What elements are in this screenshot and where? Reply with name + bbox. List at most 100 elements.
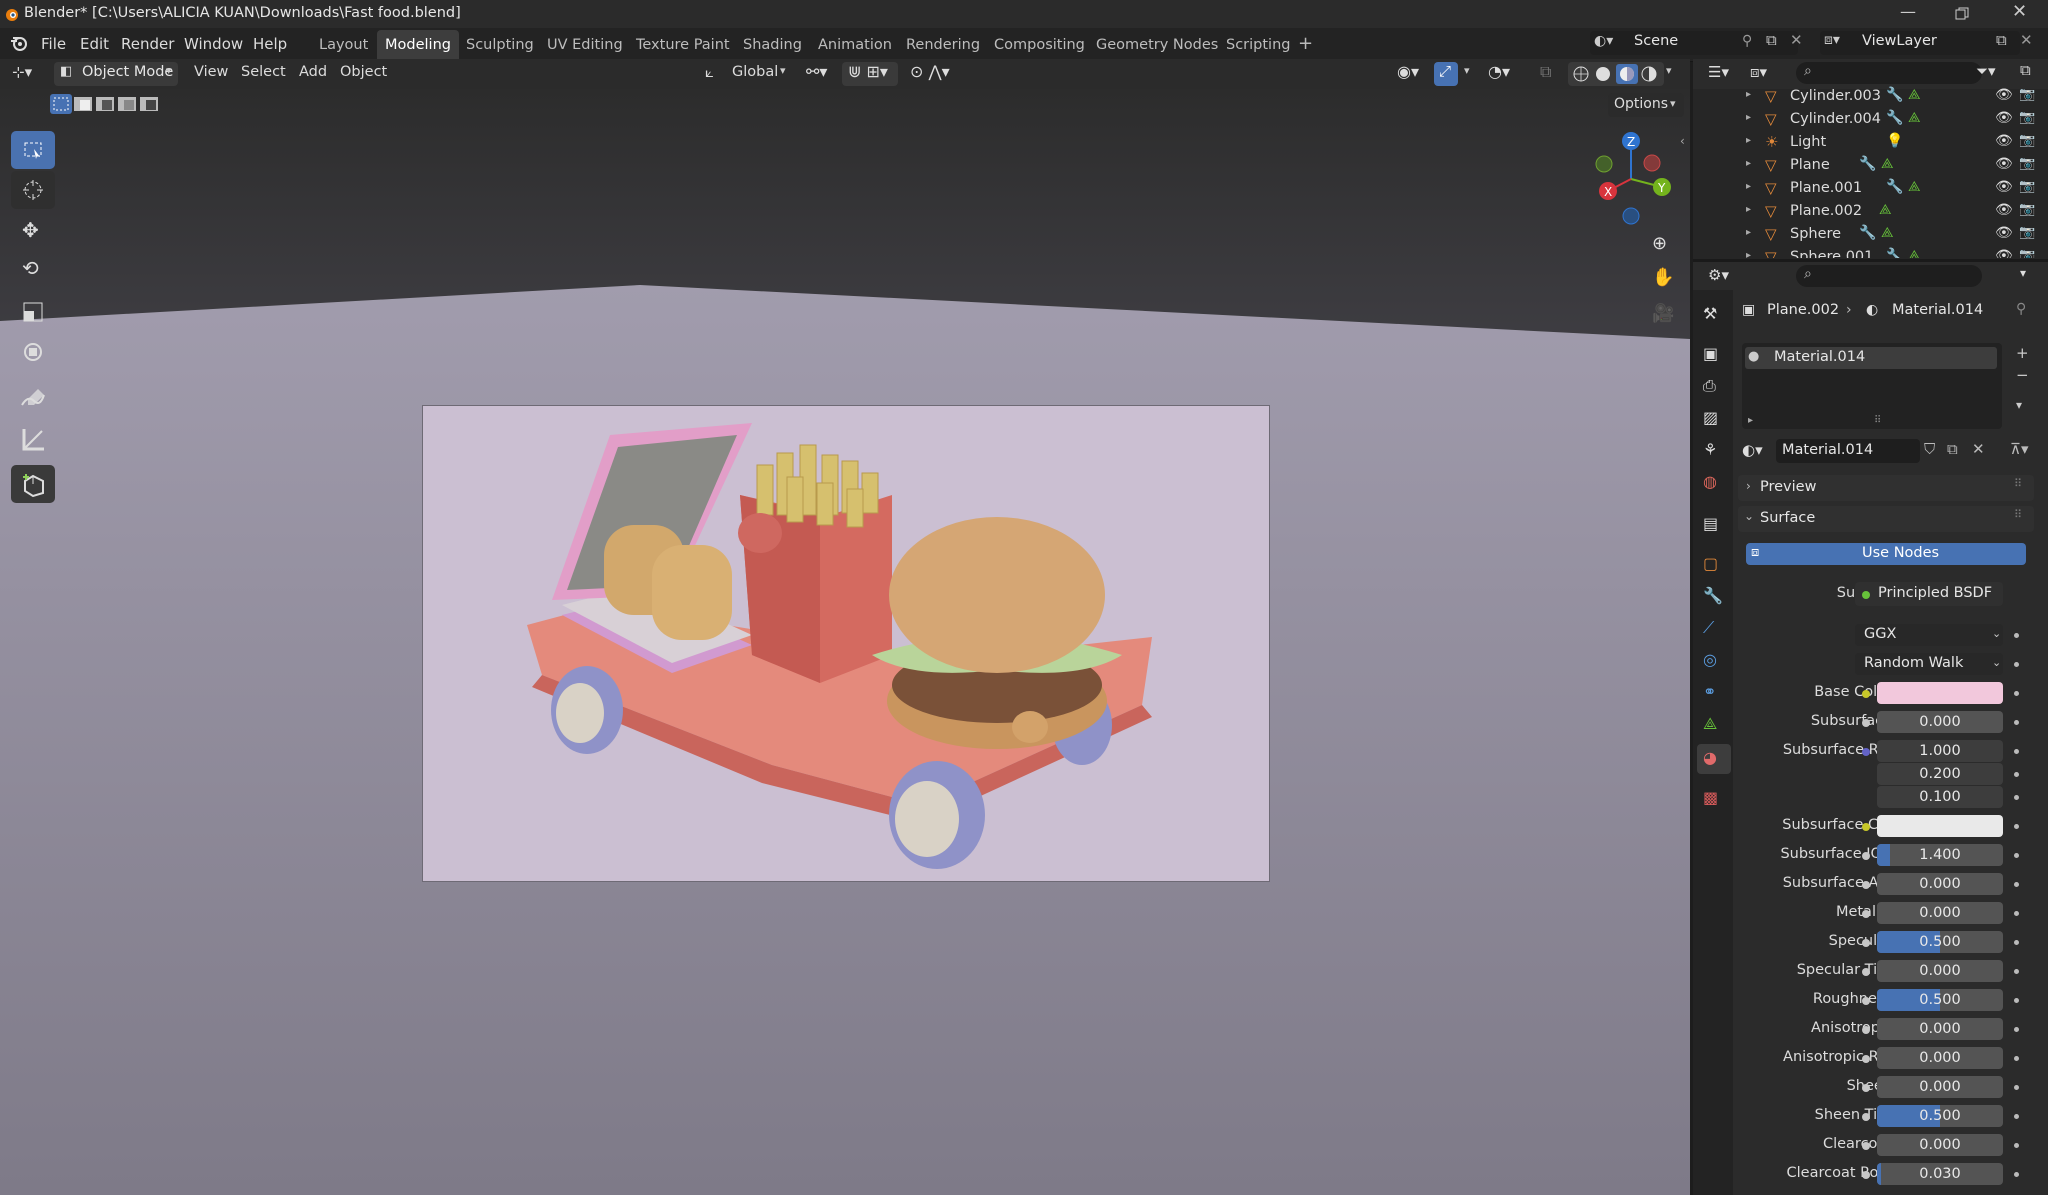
pin-icon[interactable]: ⚲ <box>2016 301 2026 317</box>
input-socket-icon[interactable] <box>1862 1113 1870 1121</box>
eye-visibility-icon[interactable]: 👁 <box>1995 87 2013 103</box>
input-socket-icon[interactable] <box>1862 748 1870 756</box>
minimize-icon[interactable]: — <box>1900 2 1916 21</box>
mesh-data-icon[interactable]: ⟁ <box>1881 225 1894 241</box>
camera-view-icon[interactable]: 🎥 <box>1652 303 1674 324</box>
value-slider[interactable]: 0.200 <box>1877 763 2003 785</box>
physics-tab-icon[interactable]: ◎ <box>1703 650 1717 669</box>
camera-render-icon[interactable]: 📷 <box>2019 179 2035 194</box>
outliner-item-name[interactable]: Plane.002 <box>1790 203 1862 219</box>
outliner-item-name[interactable]: Plane <box>1790 157 1830 173</box>
pan-hand-icon[interactable]: ✋ <box>1652 267 1674 288</box>
keyframe-dot-icon[interactable] <box>2014 1114 2019 1119</box>
render-tab-icon[interactable]: ▣ <box>1703 344 1718 363</box>
outliner-row[interactable]: ▸ ▽ Cylinder.003 🔧 ⟁ 👁 📷 <box>1693 86 2048 108</box>
restore-icon[interactable] <box>1955 7 1969 21</box>
keyframe-dot-icon[interactable] <box>2014 662 2019 667</box>
tab-shading[interactable]: Shading <box>743 37 802 53</box>
add-workspace-icon[interactable]: + <box>1298 33 1313 54</box>
properties-editor-icon[interactable]: ⚙▾ <box>1708 266 1729 284</box>
output-tab-icon[interactable]: ⎙ <box>1703 376 1716 396</box>
expand-triangle-icon[interactable]: ▸ <box>1746 227 1751 238</box>
delete-viewlayer-icon[interactable]: ✕ <box>2020 31 2033 49</box>
keyframe-dot-icon[interactable] <box>2014 749 2019 754</box>
camera-render-icon[interactable]: 📷 <box>2019 202 2035 217</box>
properties-search-input[interactable] <box>1796 265 1982 287</box>
outliner-item-name[interactable]: Cylinder.003 <box>1790 88 1881 104</box>
filter-icon[interactable]: ⏷▾ <box>1976 62 1996 80</box>
chevron-down-icon[interactable]: ▾ <box>1464 64 1470 77</box>
expand-triangle-icon[interactable]: ▸ <box>1746 135 1751 146</box>
outliner-row[interactable]: ▸ ▽ Sphere.001 🔧 ⟁ 👁 📷 <box>1693 247 2048 258</box>
camera-render-icon[interactable]: 📷 <box>2019 110 2035 125</box>
keyframe-dot-icon[interactable] <box>2014 1027 2019 1032</box>
keyframe-dot-icon[interactable] <box>2014 882 2019 887</box>
tool-tab-icon[interactable]: ⚒ <box>1703 304 1717 323</box>
mesh-data-icon[interactable]: ⟁ <box>1879 202 1892 218</box>
input-socket-icon[interactable] <box>1862 1142 1870 1150</box>
outliner-editor-icon[interactable]: ☰▾ <box>1708 63 1729 81</box>
outliner-search-input[interactable] <box>1796 62 1982 84</box>
value-slider[interactable]: 1.400 <box>1877 844 2003 866</box>
mesh-data-icon[interactable]: ⟁ <box>1908 179 1921 195</box>
input-socket-icon[interactable] <box>1862 823 1870 831</box>
outliner-row[interactable]: ▸ ▽ Plane.001 🔧 ⟁ 👁 📷 <box>1693 178 2048 200</box>
keyframe-dot-icon[interactable] <box>2014 691 2019 696</box>
resize-handle-icon[interactable]: ⠿ <box>1874 415 1881 426</box>
expand-triangle-icon[interactable]: ▸ <box>1746 250 1751 258</box>
input-socket-icon[interactable] <box>1862 910 1870 918</box>
xray-icon[interactable]: ⧉ <box>1540 62 1551 82</box>
expand-triangle-icon[interactable]: ▸ <box>1746 181 1751 192</box>
keyframe-dot-icon[interactable] <box>2014 1172 2019 1177</box>
menu-select[interactable]: Select <box>241 64 286 80</box>
expand-triangle-icon[interactable]: ▸ <box>1746 112 1751 123</box>
modifier-icon[interactable]: 🔧 <box>1859 156 1876 172</box>
outliner-row[interactable]: ▸ ☀ Light 💡 👁 📷 <box>1693 132 2048 154</box>
value-slider[interactable]: 0.000 <box>1877 1047 2003 1069</box>
color-swatch[interactable] <box>1877 815 2003 837</box>
menu-edit[interactable]: Edit <box>80 35 109 53</box>
value-slider[interactable]: 0.030 <box>1877 1163 2003 1185</box>
editor-type-icon[interactable]: ⊹▾ <box>12 63 32 81</box>
value-slider[interactable]: 0.000 <box>1877 1134 2003 1156</box>
proportional-edit-icon[interactable]: ⊙ ⋀▾ <box>910 62 950 81</box>
outliner-item-name[interactable]: Cylinder.004 <box>1790 111 1881 127</box>
tab-uv-editing[interactable]: UV Editing <box>547 37 623 53</box>
camera-render-icon[interactable]: 📷 <box>2019 133 2035 148</box>
world-tab-icon[interactable]: ◍ <box>1703 472 1717 491</box>
material-browse-icon[interactable]: ◐▾ <box>1742 441 1763 459</box>
keyframe-dot-icon[interactable] <box>2014 772 2019 777</box>
expand-triangle-icon[interactable]: ▸ <box>1748 415 1753 426</box>
keyframe-dot-icon[interactable] <box>2014 911 2019 916</box>
pivot-icon[interactable]: ⚯▾ <box>806 62 827 81</box>
duplicate-material-icon[interactable]: ⧉ <box>1947 440 1958 458</box>
texture-tab-icon[interactable]: ▩ <box>1703 788 1718 807</box>
mesh-data-icon[interactable]: ⟁ <box>1908 87 1921 103</box>
menu-add[interactable]: Add <box>299 64 327 80</box>
tab-scripting[interactable]: Scripting <box>1226 37 1290 53</box>
view-layer-tab-icon[interactable]: ▨ <box>1703 408 1718 427</box>
outliner-item-name[interactable]: Sphere.001 <box>1790 249 1873 258</box>
menu-object[interactable]: Object <box>340 64 387 80</box>
eye-visibility-icon[interactable]: 👁 <box>1995 248 2013 258</box>
keyframe-dot-icon[interactable] <box>2014 720 2019 725</box>
modifier-icon[interactable]: 🔧 <box>1886 87 1903 103</box>
input-socket-icon[interactable] <box>1862 852 1870 860</box>
value-slider[interactable]: 0.500 <box>1877 1105 2003 1127</box>
chevron-down-icon[interactable]: ▾ <box>1666 64 1672 77</box>
outliner-row[interactable]: ▸ ▽ Plane 🔧 ⟁ 👁 📷 <box>1693 155 2048 177</box>
mesh-data-icon[interactable]: ⟁ <box>1881 156 1894 172</box>
expand-triangle-icon[interactable]: ▸ <box>1746 89 1751 100</box>
drag-handle-icon[interactable]: ⠿ <box>2014 508 2022 521</box>
3d-viewport[interactable]: ✥ ⟲ Z Y X ⊕ ✋ 🎥 ‹ <box>0 89 1690 1195</box>
outliner-row[interactable]: ▸ ▽ Sphere 🔧 ⟁ 👁 📷 <box>1693 224 2048 246</box>
tab-layout[interactable]: Layout <box>319 37 368 53</box>
new-collection-icon[interactable]: ⧉ <box>2020 61 2031 79</box>
tab-rendering[interactable]: Rendering <box>906 37 980 53</box>
new-viewlayer-icon[interactable]: ⧉ <box>1996 31 2007 49</box>
display-mode-icon[interactable]: ⧈▾ <box>1750 63 1767 81</box>
modifier-icon[interactable]: 🔧 <box>1886 248 1903 258</box>
value-slider[interactable]: 0.100 <box>1877 786 2003 808</box>
scene-tab-icon[interactable]: ⚘ <box>1703 440 1717 459</box>
chevron-down-icon[interactable]: ▾ <box>2020 266 2026 280</box>
